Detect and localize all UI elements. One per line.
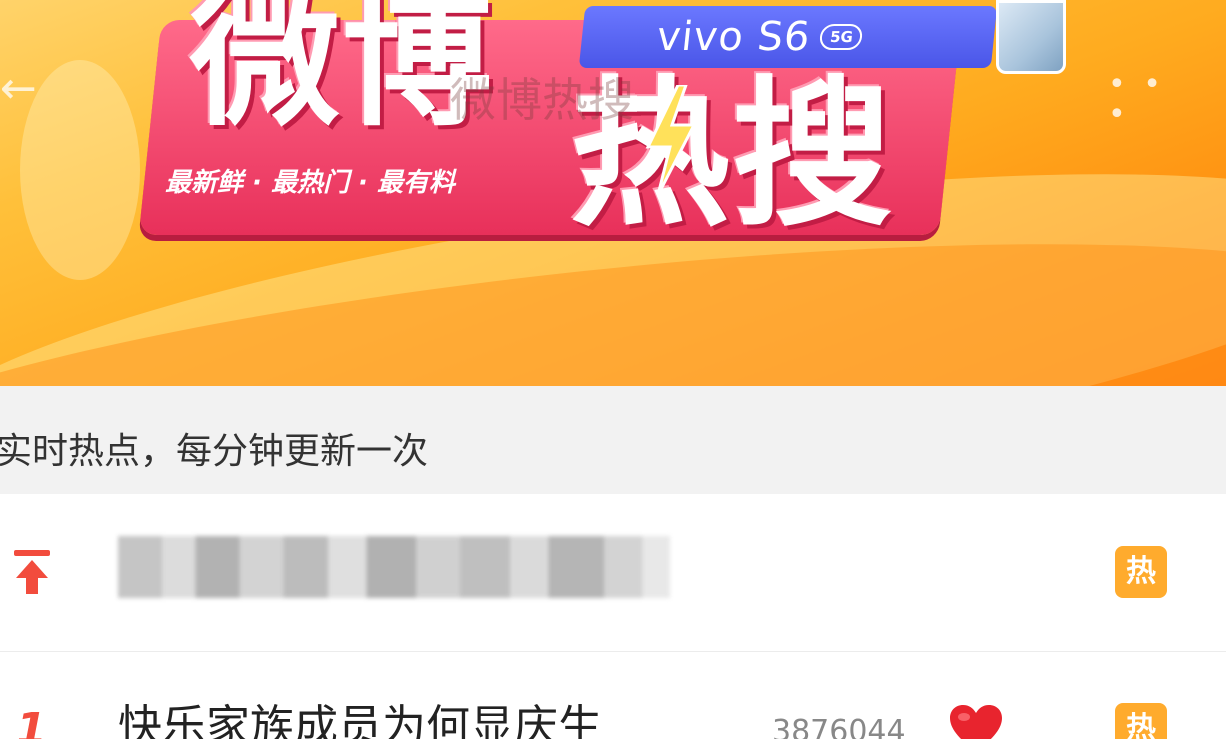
banner-slogan: 最新鲜 · 最热门 · 最有料 [165,168,455,198]
more-dots-icon[interactable]: • • • [1108,70,1188,130]
search-count: 3876044 [772,714,906,739]
heart-icon [950,705,1002,739]
phone-product-image [996,0,1066,74]
back-arrow-icon[interactable]: ← [0,64,70,114]
top-arrow-icon [14,550,50,594]
banner-watermark: 微博热搜 [450,73,634,127]
hot-search-title[interactable]: 快乐家族成员为何显庆生 [118,695,758,739]
pinned-title-blurred[interactable] [118,536,670,598]
sponsor-brand: vivo S6 [654,14,813,60]
hot-badge: 热 [1115,546,1167,598]
rank-number: 1 [16,704,47,739]
hot-search-banner: ← • • • 微博 热搜 最新鲜 · 最热门 · 最有料 微博热搜 vivo … [0,0,1226,386]
sponsor-tag[interactable]: vivo S6 5G [578,6,998,68]
update-info-text: 实时热点，每分钟更新一次 [0,431,429,472]
sponsor-5g-badge: 5G [819,24,864,50]
logo-weibo-text: 微博 [190,0,495,147]
hot-badge: 热 [1115,703,1167,739]
